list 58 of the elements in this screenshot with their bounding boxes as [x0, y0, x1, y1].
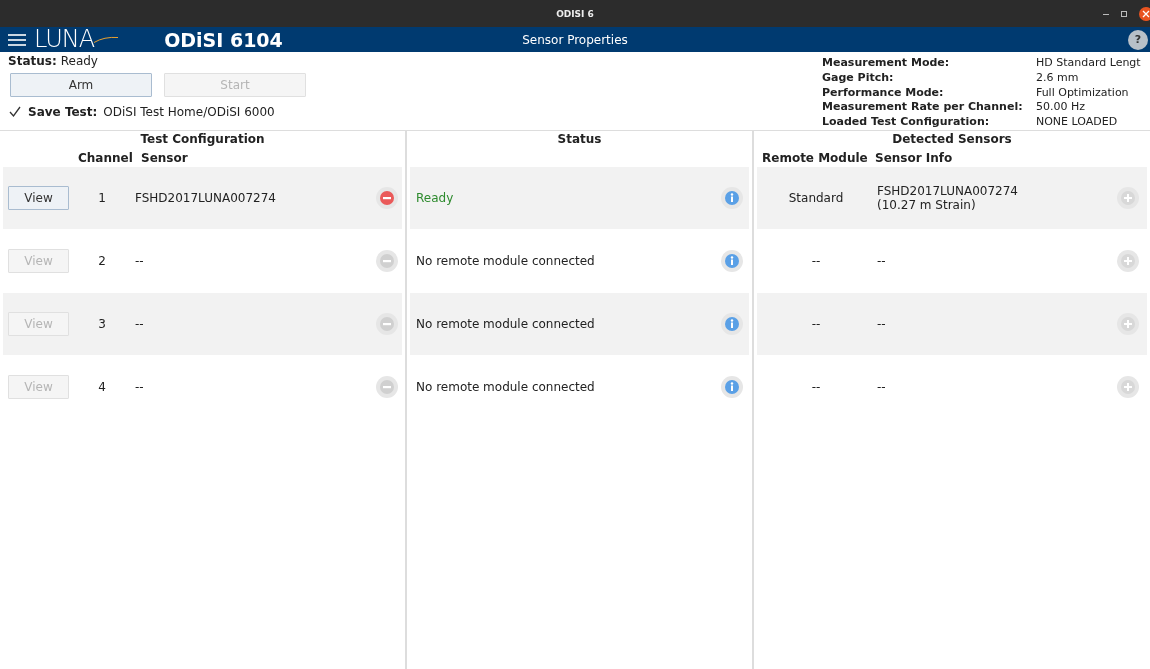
- setting-value: 2.6 mm: [1035, 70, 1080, 86]
- info-icon[interactable]: [721, 250, 743, 272]
- column-header: Channel: [78, 150, 134, 165]
- checkbox[interactable]: [8, 105, 22, 119]
- info-icon[interactable]: [721, 187, 743, 209]
- setting-label: Performance Mode:: [822, 85, 945, 101]
- setting-label: Gage Pitch:: [822, 70, 895, 86]
- remote-module: Standard: [787, 191, 845, 205]
- sensor-info: FSHD2017LUNA007274 (10.27 m Strain): [877, 184, 1019, 212]
- save-test-label: Save Test:: [28, 105, 98, 119]
- panel-title: Detected Sensors: [891, 131, 1013, 148]
- setting-label: Measurement Rate per Channel:: [822, 100, 1024, 116]
- view-button[interactable]: View: [8, 186, 69, 210]
- sensor-name: --: [135, 317, 145, 331]
- sensor-name: --: [135, 254, 145, 268]
- setting-value: Full Optimization: [1035, 85, 1130, 101]
- column-header: Remote Module: [762, 150, 869, 165]
- close-icon[interactable]: [1138, 6, 1150, 21]
- setting-label: Measurement Mode:: [822, 56, 951, 71]
- remote-module: --: [810, 254, 822, 268]
- sensor-name: FSHD2017LUNA007274: [135, 191, 277, 205]
- logo: LUNA: [34, 27, 95, 52]
- sensor-info: --: [877, 254, 887, 268]
- info-icon[interactable]: [721, 313, 743, 335]
- page-title: Sensor Properties: [522, 32, 628, 47]
- remote-module: --: [810, 380, 822, 394]
- panel-title: Status: [556, 131, 603, 148]
- remote-module: --: [810, 317, 822, 331]
- channel-number: 4: [97, 380, 107, 394]
- setting-label: Loaded Test Configuration:: [822, 115, 991, 130]
- setting-value: HD Standard Lengt: [1035, 56, 1142, 71]
- sensor-name: --: [135, 380, 145, 394]
- setting-value: NONE LOADED: [1035, 115, 1119, 130]
- arm-button[interactable]: Arm: [10, 73, 152, 97]
- channel-number: 2: [97, 254, 107, 268]
- channel-number: 3: [97, 317, 107, 331]
- channel-number: 1: [97, 191, 107, 205]
- status-text: No remote module connected: [416, 317, 596, 331]
- status-text: No remote module connected: [416, 380, 596, 394]
- remove-icon[interactable]: [376, 187, 398, 209]
- status-label: Status:: [8, 54, 57, 68]
- panel-title: Test Configuration: [139, 131, 266, 148]
- setting-value: 50.00 Hz: [1035, 100, 1086, 116]
- maximize-icon[interactable]: [1120, 9, 1128, 18]
- product-name: ODiSI 6104: [164, 28, 283, 51]
- column-header: Sensor Info: [875, 150, 953, 165]
- window-title: ODISI 6: [556, 8, 594, 19]
- sensor-info: --: [877, 317, 887, 331]
- help-button[interactable]: ?: [1128, 29, 1148, 50]
- status-text: Ready: [416, 191, 455, 205]
- logo-swoosh-icon: [94, 36, 119, 43]
- save-test-path: ODiSI Test Home/ODiSI 6000: [103, 105, 275, 119]
- info-icon[interactable]: [721, 376, 743, 398]
- menu-icon[interactable]: [8, 32, 26, 47]
- status-text: No remote module connected: [416, 254, 596, 268]
- status-value: Ready: [60, 54, 98, 68]
- column-header: Sensor: [141, 150, 188, 165]
- sensor-info: --: [877, 380, 887, 394]
